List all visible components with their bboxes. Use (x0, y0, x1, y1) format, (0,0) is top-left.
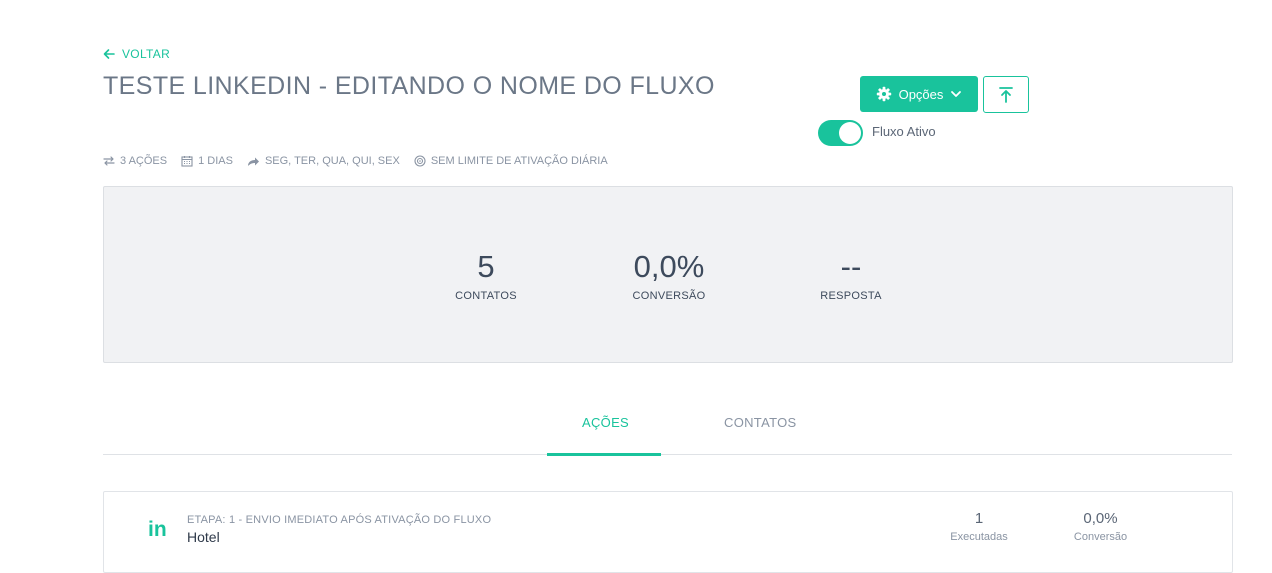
stat-response-label: RESPOSTA (820, 290, 882, 302)
tabs-divider (103, 454, 1232, 455)
calendar-icon (181, 156, 193, 167)
meta-limit: SEM LIMITE DE ATIVAÇÃO DIÁRIA (414, 155, 608, 167)
tab-contacts[interactable]: CONTATOS (724, 415, 796, 430)
toggle-knob (839, 122, 861, 144)
options-label: Opções (898, 86, 944, 102)
flow-active-label: Fluxo Ativo (872, 124, 936, 139)
flow-active-toggle[interactable] (818, 120, 863, 146)
shuffle-icon (103, 156, 115, 166)
meta-weekdays-text: SEG, TER, QUA, QUI, SEX (264, 155, 400, 167)
stat-conversion: 0,0% CONVERSÃO (609, 247, 729, 302)
meta-days: 1 DIAS (181, 155, 233, 167)
options-button[interactable]: Opções (860, 76, 978, 112)
meta-actions-text: 3 AÇÕES (120, 155, 168, 167)
stat-contacts-value: 5 (477, 249, 495, 284)
meta-actions: 3 AÇÕES (103, 155, 167, 167)
meta-limit-text: SEM LIMITE DE ATIVAÇÃO DIÁRIA (430, 155, 608, 167)
step-executed-label: Executadas (950, 531, 1008, 543)
chevron-down-icon (951, 91, 962, 97)
meta-weekdays: SEG, TER, QUA, QUI, SEX (247, 155, 400, 167)
gear-icon (876, 86, 891, 102)
step-conversion-label: Conversão (1073, 531, 1128, 543)
step-conversion: 0,0% Conversão (1063, 510, 1138, 543)
arrow-left-icon (103, 49, 115, 59)
back-link[interactable]: VOLTAR (102, 47, 170, 61)
step-executed: 1 Executadas (940, 510, 1018, 543)
step-executed-value: 1 (974, 510, 984, 527)
stat-contacts-label: CONTATOS (455, 290, 517, 302)
tab-actions[interactable]: AÇÕES (582, 415, 629, 430)
step-stage-label: ETAPA: 1 - ENVIO IMEDIATO APÓS ATIVAÇÃO … (187, 514, 492, 526)
export-button[interactable] (983, 76, 1029, 113)
flow-meta: 3 AÇÕES 1 DIAS SEG, TER, QUA, QUI, SEX S… (103, 155, 622, 167)
linkedin-icon: in (148, 518, 167, 541)
meta-days-text: 1 DIAS (198, 155, 233, 167)
target-icon (414, 155, 426, 167)
step-conversion-value: 0,0% (1083, 510, 1118, 527)
stats-panel: 5 CONTATOS 0,0% CONVERSÃO -- RESPOSTA (103, 186, 1233, 363)
share-arrow-icon (247, 157, 259, 166)
step-name: Hotel (187, 529, 220, 545)
stat-response: -- RESPOSTA (801, 247, 901, 302)
stat-conversion-value: 0,0% (633, 249, 705, 284)
stat-conversion-label: CONVERSÃO (632, 290, 706, 302)
upload-icon (999, 86, 1013, 103)
stat-contacts: 5 CONTATOS (436, 247, 536, 302)
back-label: VOLTAR (122, 47, 171, 61)
active-tab-indicator (547, 453, 661, 456)
stat-response-value: -- (840, 249, 862, 284)
page-title: TESTE LINKEDIN - EDITANDO O NOME DO FLUX… (103, 72, 715, 100)
